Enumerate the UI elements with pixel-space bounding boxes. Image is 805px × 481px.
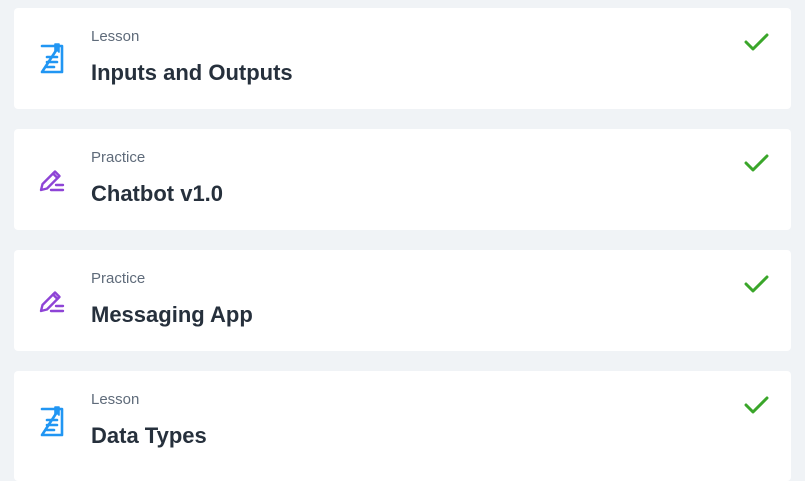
item-kind-label: Practice xyxy=(91,270,146,287)
practice-pencil-icon xyxy=(38,163,66,197)
item-title: Chatbot v1.0 xyxy=(91,181,224,206)
lesson-document-icon xyxy=(38,42,66,76)
lesson-document-icon xyxy=(38,405,66,439)
list-item-data-types[interactable]: Lesson Data Types xyxy=(14,371,791,481)
item-title: Messaging App xyxy=(91,302,253,327)
checkmark-icon xyxy=(742,30,772,54)
checkmark-icon xyxy=(742,272,772,296)
practice-pencil-icon xyxy=(38,284,66,318)
lesson-list: Lesson Inputs and Outputs Practice Chatb… xyxy=(14,8,791,481)
list-item-chatbot-v1[interactable]: Practice Chatbot v1.0 xyxy=(14,129,791,230)
checkmark-icon xyxy=(742,151,772,175)
list-item-inputs-and-outputs[interactable]: Lesson Inputs and Outputs xyxy=(14,8,791,109)
list-item-messaging-app[interactable]: Practice Messaging App xyxy=(14,250,791,351)
item-kind-label: Lesson xyxy=(91,391,140,408)
item-kind-label: Practice xyxy=(91,149,146,166)
checkmark-icon xyxy=(742,393,772,417)
item-title: Inputs and Outputs xyxy=(91,60,293,85)
item-kind-label: Lesson xyxy=(91,28,140,45)
item-title: Data Types xyxy=(91,423,207,448)
